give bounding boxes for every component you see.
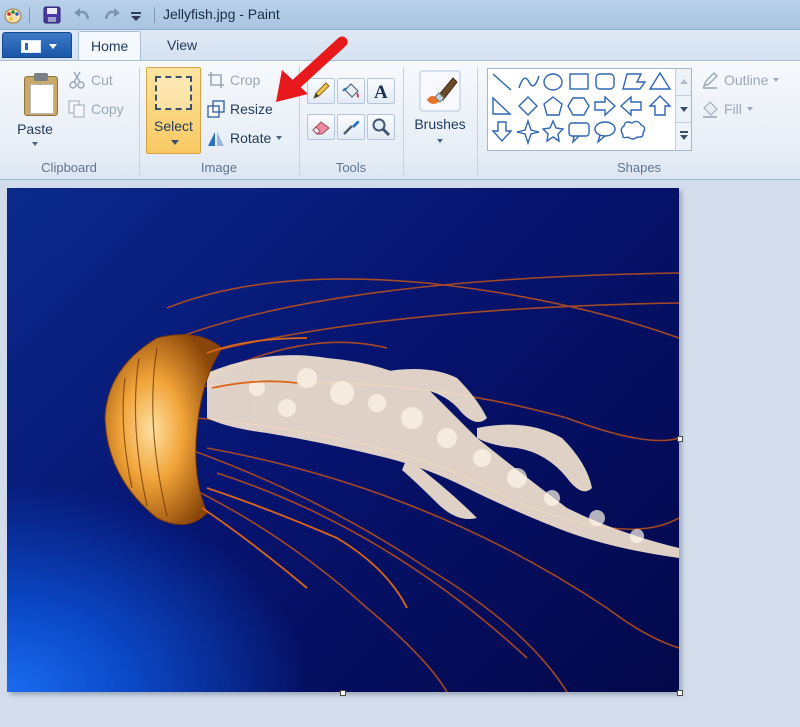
save-icon[interactable] — [42, 5, 62, 25]
resize-handle-bottom[interactable] — [340, 690, 346, 696]
chevron-down-icon — [437, 139, 443, 143]
paint-app-icon[interactable] — [3, 5, 23, 25]
copy-icon — [68, 100, 85, 118]
canvas-workspace[interactable] — [0, 181, 800, 727]
tab-view[interactable]: View — [155, 31, 209, 61]
cut-label: Cut — [91, 72, 113, 88]
shapes-grid — [491, 71, 672, 146]
color-picker-icon — [343, 120, 360, 135]
fill-icon — [703, 101, 718, 118]
selection-icon — [155, 76, 192, 110]
chevron-down-icon — [680, 135, 688, 140]
window-title: Jellyfish.jpg - Paint — [163, 6, 280, 22]
chevron-up-icon — [680, 79, 688, 84]
red-annotation-arrow — [276, 36, 348, 102]
customize-quick-access-icon[interactable] — [128, 5, 144, 25]
scroll-up-button[interactable] — [676, 69, 691, 96]
brush-icon — [419, 70, 461, 112]
tab-home[interactable]: Home — [78, 31, 142, 61]
rotate-icon — [208, 132, 224, 146]
color-picker-button[interactable] — [337, 114, 365, 140]
outline-pen-icon — [702, 72, 718, 89]
resize-handle-corner[interactable] — [677, 690, 683, 696]
svg-text:A: A — [374, 82, 388, 101]
cut-button[interactable]: Cut — [68, 71, 113, 89]
resize-icon — [207, 100, 225, 118]
paint-menu-button[interactable] — [2, 32, 72, 58]
crop-label: Crop — [230, 72, 261, 88]
chevron-down-icon — [276, 136, 283, 140]
fill-dropdown-button[interactable]: Fill — [701, 100, 753, 118]
magnifier-button[interactable] — [367, 114, 395, 140]
text-icon: A — [374, 82, 388, 101]
redo-icon[interactable] — [102, 5, 122, 25]
ribbon-tab-bar: Home View — [0, 30, 800, 61]
chevron-down-icon — [32, 142, 38, 146]
chevron-down-icon — [773, 78, 780, 82]
resize-handle-right[interactable] — [677, 436, 683, 442]
text-button[interactable]: A — [367, 78, 395, 104]
expand-gallery-button[interactable] — [676, 123, 691, 150]
clipboard-group: Paste Cut Copy Clipboard — [0, 61, 138, 179]
tools-group-label: Tools — [335, 160, 367, 175]
shapes-gallery — [487, 68, 692, 151]
scroll-down-button[interactable] — [676, 96, 691, 123]
select-label: Select — [154, 118, 193, 134]
title-separator — [154, 7, 155, 23]
select-button[interactable]: Select — [146, 67, 201, 154]
chevron-down-icon — [49, 44, 57, 49]
ribbon: Paste Cut Copy Clipboard Image Select Cr… — [0, 60, 800, 180]
brushes-label: Brushes — [414, 116, 466, 132]
image-group-label: Image — [200, 160, 238, 175]
title-bar: Jellyfish.jpg - Paint — [0, 0, 800, 30]
copy-button[interactable]: Copy — [68, 100, 124, 118]
chevron-down-icon — [171, 140, 179, 145]
menu-icon — [21, 40, 41, 53]
rotate-label: Rotate — [230, 130, 272, 146]
paste-label: Paste — [17, 121, 53, 137]
chevron-down-icon — [746, 107, 753, 111]
bar-icon — [680, 131, 688, 133]
outline-label: Outline — [724, 72, 769, 88]
undo-icon[interactable] — [72, 5, 92, 25]
copy-label: Copy — [91, 101, 124, 117]
clipboard-group-label: Clipboard — [41, 160, 97, 175]
jellyfish-image — [104, 272, 679, 692]
rotate-button[interactable]: Rotate — [207, 129, 283, 147]
magnifier-icon — [372, 118, 391, 137]
jellyfish-image-canvas[interactable] — [7, 188, 679, 692]
resize-button[interactable]: Resize — [207, 100, 273, 118]
shapes-scrollbar[interactable] — [675, 69, 691, 150]
eraser-icon — [312, 121, 330, 135]
scissors-icon — [69, 71, 85, 89]
crop-icon — [208, 72, 224, 88]
quick-access-separator — [29, 7, 30, 23]
outline-button[interactable]: Outline — [701, 71, 780, 89]
fill-label: Fill — [724, 101, 742, 117]
group-separator — [403, 67, 404, 175]
crop-button[interactable]: Crop — [207, 71, 260, 89]
eraser-button[interactable] — [307, 114, 335, 140]
brushes-button[interactable]: Brushes — [410, 67, 470, 153]
shapes-group-label: Shapes — [616, 160, 662, 175]
paste-icon — [24, 73, 58, 116]
chevron-down-icon — [680, 107, 688, 112]
paste-button[interactable]: Paste — [6, 65, 64, 151]
resize-label: Resize — [230, 101, 273, 117]
